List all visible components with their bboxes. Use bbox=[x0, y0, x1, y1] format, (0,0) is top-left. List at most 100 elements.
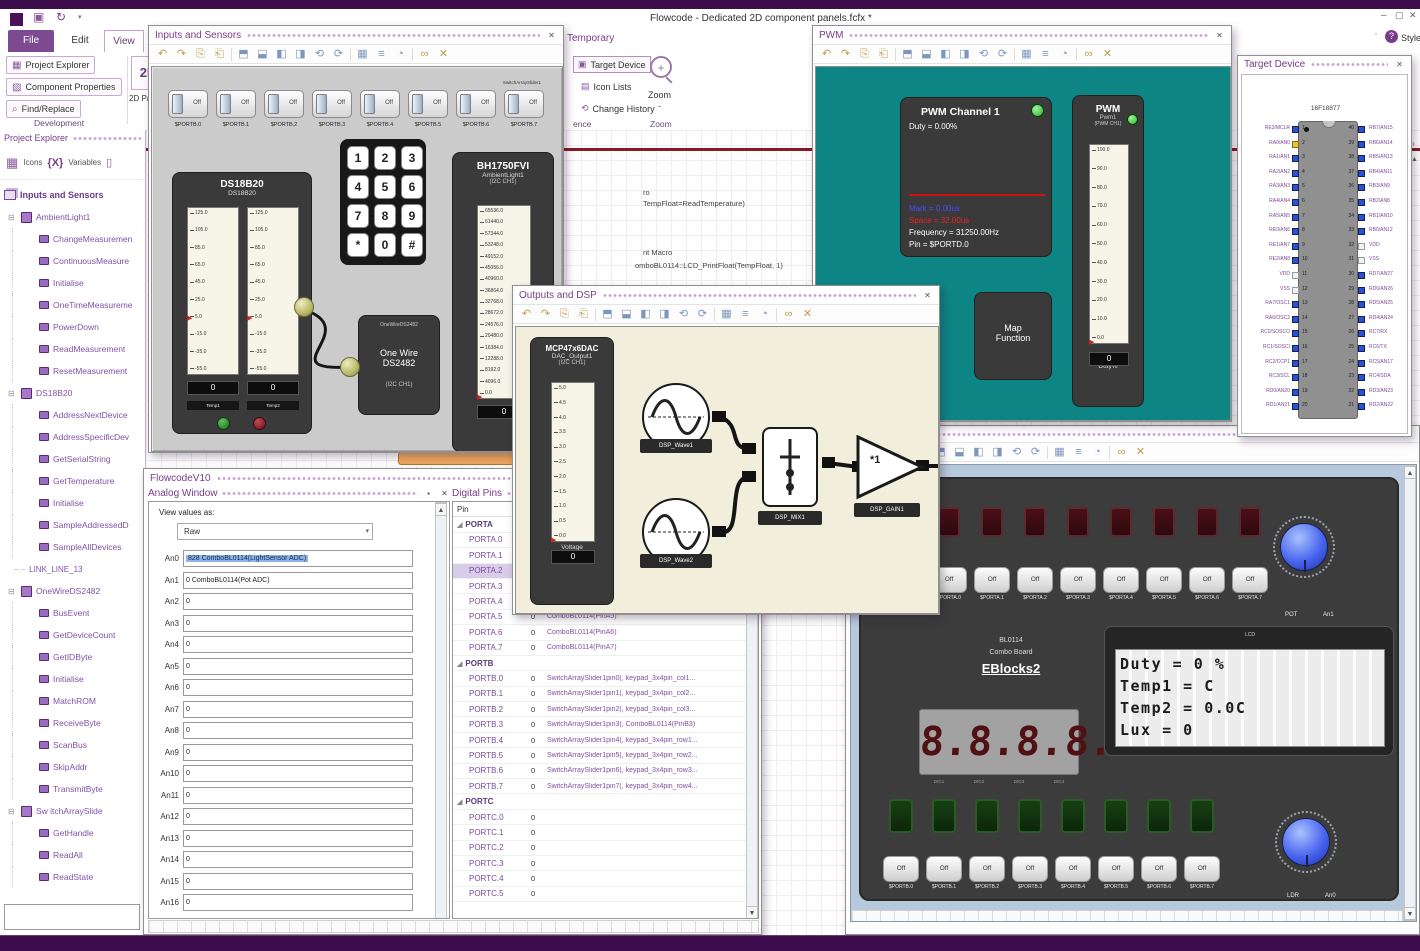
port-button[interactable]: Off bbox=[969, 856, 1005, 882]
chip-pin-pad[interactable] bbox=[1292, 345, 1299, 352]
scroll-up-icon[interactable]: ▲ bbox=[435, 503, 447, 516]
component-properties-button[interactable]: ▨ Component Properties bbox=[6, 78, 122, 96]
toggle-change-history[interactable]: ⟲ Change History bbox=[577, 100, 659, 117]
close-icon[interactable]: ✕ bbox=[546, 30, 557, 41]
chip-pin-pad[interactable] bbox=[1358, 315, 1365, 323]
port-button[interactable]: Off bbox=[1232, 567, 1268, 593]
onewire-connector-1[interactable] bbox=[294, 297, 314, 317]
rotate-right-icon[interactable]: ⟳ bbox=[695, 306, 710, 322]
chart-icon[interactable]: ◔ bbox=[1057, 46, 1072, 62]
analog-scrollbar[interactable]: ▲ bbox=[435, 502, 447, 918]
scroll-down-icon[interactable]: ▼ bbox=[746, 906, 758, 918]
digital-pin-row[interactable]: PORTB.2 0 SwitchArraySlider1pin2(, keypad_… bbox=[453, 702, 758, 718]
view-mode-dropdown[interactable]: Raw ▾ bbox=[177, 523, 373, 540]
redo-icon[interactable]: ↷ bbox=[838, 46, 853, 62]
tree-macro[interactable]: MatchROM bbox=[12, 690, 145, 712]
keypad-key-3[interactable]: 3 bbox=[401, 146, 423, 170]
toggle-switch[interactable]: Off bbox=[408, 90, 448, 118]
copy-icon[interactable]: ⎘ bbox=[557, 306, 572, 322]
ldr-knob-cap[interactable] bbox=[1282, 818, 1330, 867]
rotate-right-icon[interactable]: ⟳ bbox=[1028, 444, 1043, 460]
chip-pin-pad[interactable] bbox=[1292, 388, 1299, 396]
port-button[interactable]: Off bbox=[1141, 856, 1177, 882]
mirror-h-icon[interactable]: ◧ bbox=[638, 306, 653, 322]
expand-icon[interactable]: ⊟ bbox=[8, 213, 17, 222]
tree-macro[interactable]: ReadAll bbox=[12, 844, 145, 866]
toggle-switch[interactable]: Off bbox=[168, 90, 208, 118]
keypad-key-#[interactable]: # bbox=[401, 233, 423, 257]
analog-value-input[interactable]: 0 ComboBL0114(Pot ADC) bbox=[183, 571, 413, 589]
window-drag-texture[interactable] bbox=[247, 32, 540, 38]
chip-pin-pad[interactable] bbox=[1358, 126, 1365, 133]
tree-macro[interactable]: ResetMeasurement bbox=[12, 360, 145, 382]
rotate-left-icon[interactable]: ⟲ bbox=[976, 46, 991, 62]
chip-pin-pad[interactable] bbox=[1358, 184, 1365, 192]
chip-pin-pad[interactable] bbox=[1358, 242, 1365, 250]
analog-value-input[interactable]: 0 bbox=[183, 614, 413, 632]
digital-pin-row[interactable]: PORTA.6 0 ComboBL0114(PinA6) bbox=[453, 625, 758, 641]
mirror-h-icon[interactable]: ◧ bbox=[938, 46, 953, 62]
tree-macro[interactable]: AddressSpecificDev bbox=[12, 426, 145, 448]
voltage-scale[interactable]: 5.0 4.5 4.0 3.5 3.0 2.5 2.0 1.5 1.0 0.5 0.0 ▶ bbox=[551, 382, 595, 544]
chart-icon[interactable]: ◔ bbox=[757, 306, 772, 322]
chip-pin-pad[interactable] bbox=[1358, 286, 1365, 294]
analog-value-input[interactable]: 0 bbox=[183, 657, 413, 675]
tree-macro[interactable]: ContinuousMeasure bbox=[12, 250, 145, 272]
analog-value-input[interactable]: 0 bbox=[183, 636, 413, 654]
chip-pin-pad[interactable] bbox=[1358, 169, 1365, 177]
delete-icon[interactable]: ✕ bbox=[1133, 444, 1148, 460]
copy-icon[interactable]: ⎘ bbox=[193, 46, 208, 62]
front-icon[interactable]: ⬒ bbox=[600, 306, 615, 322]
tree-macro[interactable]: PowerDown bbox=[12, 316, 145, 338]
keypad-key-1[interactable]: 1 bbox=[347, 146, 369, 170]
close-button[interactable]: ✕ bbox=[1409, 10, 1417, 21]
ldr-knob[interactable] bbox=[1275, 811, 1337, 873]
tree-macro[interactable]: OneTimeMeasureme bbox=[12, 294, 145, 316]
chip-pin-pad[interactable] bbox=[1292, 126, 1299, 133]
dsp-gain-block[interactable]: *1 bbox=[856, 435, 926, 501]
close-icon[interactable]: ✕ bbox=[439, 488, 450, 499]
analog-value-input[interactable]: 0 bbox=[183, 786, 413, 804]
undo-history-icon[interactable]: ↻ bbox=[56, 10, 66, 24]
expand-icon[interactable]: ⊟ bbox=[8, 389, 17, 398]
keypad-key-7[interactable]: 7 bbox=[347, 204, 369, 228]
chip-pin-pad[interactable] bbox=[1292, 286, 1299, 294]
tree-macro[interactable]: ReceiveByte bbox=[12, 712, 145, 734]
chip-pin-pad[interactable] bbox=[1292, 272, 1299, 279]
chip-pin-pad[interactable] bbox=[1292, 374, 1299, 382]
board-vscrollbar[interactable]: ▲ ▼ bbox=[1404, 465, 1416, 921]
digital-pin-row[interactable]: PORTC.4 0 bbox=[453, 871, 758, 887]
chip-pin-pad[interactable] bbox=[1358, 213, 1365, 221]
analog-value-input[interactable]: 0 bbox=[183, 851, 413, 869]
keypad-key-*[interactable]: * bbox=[347, 233, 369, 257]
back-icon[interactable]: ⬓ bbox=[952, 444, 967, 460]
link-icon[interactable]: ∞ bbox=[1081, 46, 1096, 62]
analog-value-input[interactable]: 0 bbox=[183, 743, 413, 761]
project-explorer-button[interactable]: ▦ Project Explorer bbox=[6, 56, 96, 74]
variables-tab-label[interactable]: Variables bbox=[68, 158, 101, 167]
digital-pin-row[interactable]: PORTC.3 0 bbox=[453, 856, 758, 872]
chip-pin-pad[interactable] bbox=[1358, 374, 1365, 382]
digital-pin-row[interactable]: PORTC.2 0 bbox=[453, 841, 758, 856]
chip-pin-pad[interactable] bbox=[1292, 301, 1299, 309]
ribbon-collapse-icon[interactable]: ＾ bbox=[1372, 33, 1380, 44]
tree-macro[interactable]: GetIDByte bbox=[12, 646, 145, 668]
front-icon[interactable]: ⬒ bbox=[900, 46, 915, 62]
analog-value-input[interactable]: 0 bbox=[183, 765, 413, 783]
minimize-button[interactable]: – bbox=[1381, 10, 1387, 21]
horizontal-scrollbar[interactable] bbox=[148, 920, 759, 933]
keypad-key-9[interactable]: 9 bbox=[401, 204, 423, 228]
chip-pin-pad[interactable] bbox=[1358, 330, 1365, 338]
chip-pin-pad[interactable] bbox=[1358, 345, 1365, 352]
chip-pin-pad[interactable] bbox=[1292, 403, 1299, 411]
keypad-key-4[interactable]: 4 bbox=[347, 175, 369, 199]
tree-macro[interactable]: SampleAddressedD bbox=[12, 514, 145, 536]
tree-macro[interactable]: Initialise bbox=[12, 272, 145, 294]
tree-macro[interactable]: Initialise bbox=[12, 492, 145, 514]
back-icon[interactable]: ⬓ bbox=[255, 46, 270, 62]
tab-edit[interactable]: Edit bbox=[62, 30, 98, 52]
undo-icon[interactable]: ↶ bbox=[155, 46, 170, 62]
analog-value-input[interactable]: 0 bbox=[183, 829, 413, 847]
chip-pin-pad[interactable] bbox=[1292, 184, 1299, 192]
port-button[interactable]: Off bbox=[883, 856, 919, 882]
